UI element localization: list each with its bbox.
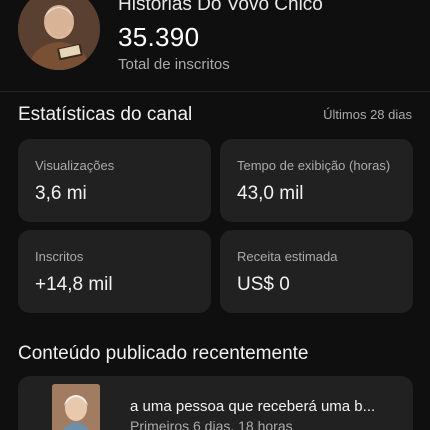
video-thumbnail <box>52 384 100 430</box>
stat-card-revenue[interactable]: Receita estimada US$ 0 <box>220 230 413 313</box>
channel-avatar[interactable] <box>18 0 100 70</box>
stat-card-label: Receita estimada <box>237 249 338 264</box>
stat-card-label: Tempo de exibição (horas) <box>237 158 391 173</box>
stat-card-value: 3,6 mi <box>35 183 87 204</box>
stat-card-value: +14,8 mil <box>35 274 113 295</box>
stat-card-value: US$ 0 <box>237 274 290 295</box>
thumbnail-image <box>52 384 100 430</box>
stats-period: Últimos 28 dias <box>323 107 412 122</box>
stat-card-views[interactable]: Visualizações 3,6 mi <box>18 139 211 222</box>
video-meta: Primeiros 6 dias, 18 horas <box>130 418 293 430</box>
stat-card-label: Visualizações <box>35 158 115 173</box>
recent-content-title: Conteúdo publicado recentemente <box>18 343 309 364</box>
stats-section-title: Estatísticas do canal <box>18 104 193 125</box>
header-divider <box>0 91 430 92</box>
channel-name: Histórias Do Vovô Chico <box>118 0 323 15</box>
stat-card-value: 43,0 mil <box>237 183 304 204</box>
stat-card-subscribers[interactable]: Inscritos +14,8 mil <box>18 230 211 313</box>
recent-video-item[interactable]: a uma pessoa que receberá uma b... Prime… <box>18 376 413 430</box>
subscriber-count: 35.390 <box>118 22 200 52</box>
avatar-image <box>18 0 100 70</box>
video-title: a uma pessoa que receberá uma b... <box>130 398 376 415</box>
stat-card-label: Inscritos <box>35 249 84 264</box>
subscriber-label: Total de inscritos <box>118 56 230 73</box>
stat-card-watch-time[interactable]: Tempo de exibição (horas) 43,0 mil <box>220 139 413 222</box>
channel-dashboard: Histórias Do Vovô Chico 35.390 Total de … <box>0 0 430 430</box>
